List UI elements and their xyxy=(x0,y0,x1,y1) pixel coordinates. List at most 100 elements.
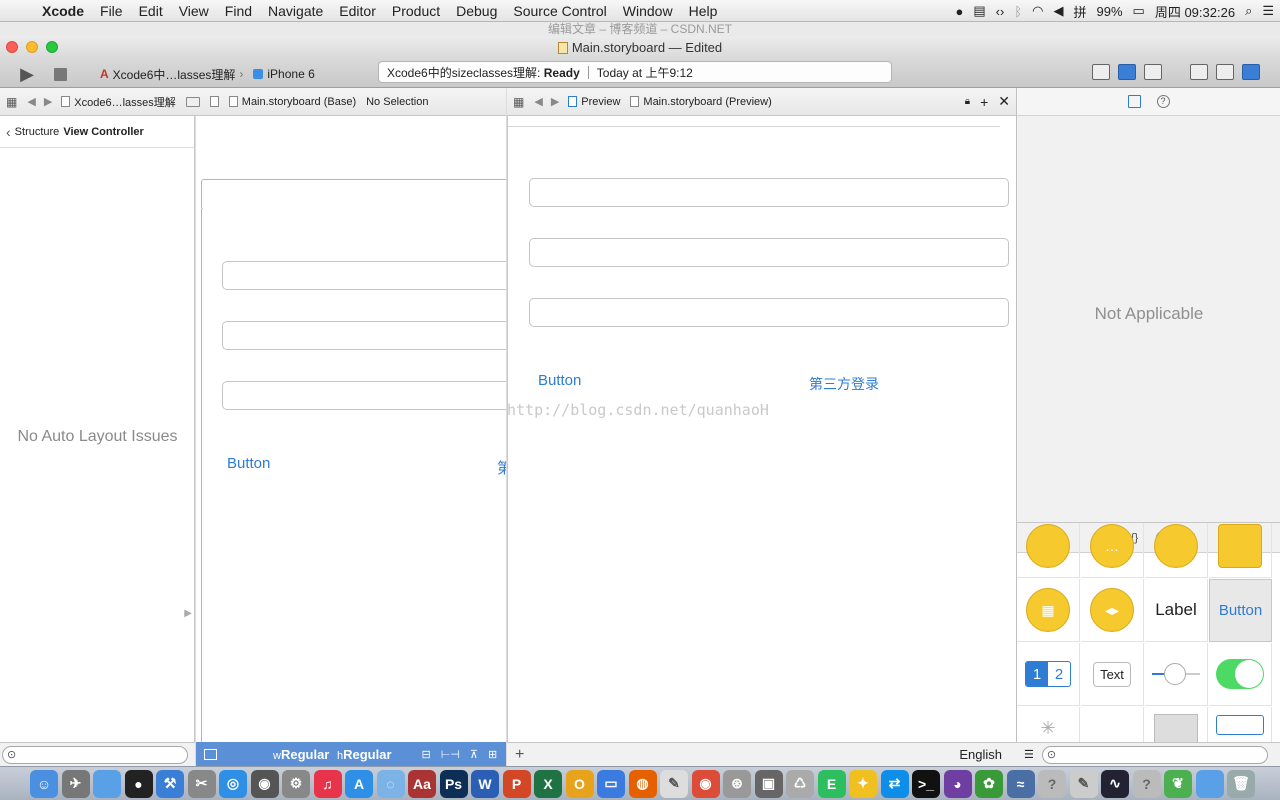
chevron-left-icon[interactable]: ‹ xyxy=(6,124,11,140)
back-arrow-icon-right[interactable]: ◀ xyxy=(530,95,546,108)
library-item-stepper[interactable] xyxy=(1209,707,1272,742)
back-arrow-icon[interactable]: ◀ xyxy=(23,95,39,108)
related-items-icon[interactable]: ▦ xyxy=(0,95,23,109)
menu-edit[interactable]: Edit xyxy=(131,3,171,19)
library-item-nav-controller[interactable]: … xyxy=(1081,523,1144,578)
lock-icon[interactable]: 🔒︎ xyxy=(965,96,970,107)
script-editor-icon[interactable]: ✎ xyxy=(1069,769,1098,798)
code-icon[interactable]: ‹› xyxy=(996,4,1005,19)
forward-arrow-icon[interactable]: ▶ xyxy=(40,95,56,108)
add-assistant-icon[interactable]: + xyxy=(980,94,988,110)
system-preferences-icon[interactable]: ⚙ xyxy=(282,769,310,798)
canvas-text-field-1[interactable] xyxy=(222,261,506,290)
library-item-switch[interactable] xyxy=(1209,643,1272,706)
qq-icon[interactable]: ● xyxy=(124,769,153,798)
menu-window[interactable]: Window xyxy=(615,3,681,19)
menu-source-control[interactable]: Source Control xyxy=(505,3,614,19)
jump-preview-file[interactable]: Main.storyboard (Preview) xyxy=(625,96,776,108)
canvas-button[interactable]: Button xyxy=(227,455,270,472)
menu-product[interactable]: Product xyxy=(384,3,448,19)
menu-app-xcode[interactable]: Xcode xyxy=(34,3,92,19)
collapse-outline-icon[interactable]: ▶ xyxy=(184,608,192,619)
clock[interactable]: 周四 09:32:26 xyxy=(1155,2,1235,21)
toggle-debug-area-button[interactable] xyxy=(1216,64,1234,80)
unknown-app-icon-2[interactable]: ? xyxy=(1132,769,1161,798)
word-icon[interactable]: W xyxy=(471,769,499,798)
size-class-selector[interactable]: wRegular hRegular xyxy=(273,747,392,762)
library-filter-field[interactable]: ⊙ xyxy=(1041,745,1268,764)
notification-center-icon[interactable]: ☰ xyxy=(1262,3,1274,19)
excel-icon[interactable]: X xyxy=(534,769,562,798)
cleaner-icon[interactable]: ♺ xyxy=(786,769,814,798)
outline-filter-field[interactable]: ⊙ xyxy=(2,745,188,764)
close-assistant-icon[interactable]: ✕ xyxy=(998,93,1010,110)
standard-editor-button[interactable] xyxy=(1092,64,1110,80)
image-capture-icon[interactable]: ▣ xyxy=(754,769,783,798)
finder-icon[interactable]: ☺ xyxy=(30,769,58,798)
keynote-icon[interactable]: ▭ xyxy=(597,769,625,798)
chrome-icon[interactable]: ◉ xyxy=(691,769,720,798)
dictionary-icon[interactable]: Aa xyxy=(408,769,436,798)
trash-icon[interactable]: 🗑︎ xyxy=(1227,769,1255,798)
library-item-text-field[interactable]: Text xyxy=(1081,643,1144,706)
battery-percent[interactable]: 99% xyxy=(1097,4,1123,19)
library-item-segmented-control[interactable]: 12 xyxy=(1017,643,1080,706)
canvas-third-party-label[interactable]: 第 xyxy=(497,457,506,478)
wireshark-icon[interactable]: ≈ xyxy=(1006,769,1035,798)
jump-selection[interactable]: No Selection xyxy=(361,96,433,108)
library-item-activity-indicator[interactable]: ✳ xyxy=(1017,707,1080,742)
preview-app-icon[interactable]: ◌ xyxy=(376,769,405,798)
list-view-icon[interactable]: ☰ xyxy=(1024,748,1034,761)
assistant-editor-button[interactable] xyxy=(1118,64,1136,80)
menu-find[interactable]: Find xyxy=(217,3,260,19)
folder-dock-icon[interactable] xyxy=(93,769,121,798)
menu-help[interactable]: Help xyxy=(681,3,726,19)
view-controller-topbar[interactable] xyxy=(201,179,506,210)
library-item-progress-view[interactable] xyxy=(1081,707,1144,742)
scheme-selector[interactable]: A Xcode6中…lasses理解 › iPhone 6 xyxy=(100,64,315,84)
library-item-collection-view[interactable]: ▦ xyxy=(1017,579,1080,642)
terminal-icon[interactable]: >_ xyxy=(912,769,940,798)
menu-navigate[interactable]: Navigate xyxy=(260,3,331,19)
launchpad-icon[interactable]: ✈ xyxy=(61,769,90,798)
storyboard-canvas[interactable]: Button 第 xyxy=(196,116,506,742)
preview-language-selector[interactable]: English xyxy=(959,747,1016,762)
library-item-page-control[interactable] xyxy=(1145,707,1208,742)
show-outline-icon[interactable] xyxy=(204,748,217,760)
jump-preview[interactable]: Preview xyxy=(563,96,625,108)
run-button[interactable]: ▶ xyxy=(16,64,38,84)
add-preview-device-icon[interactable]: + xyxy=(507,746,524,764)
input-method-icon[interactable]: 拼 xyxy=(1074,2,1087,21)
menu-editor[interactable]: Editor xyxy=(331,3,384,19)
canvas-text-field-2[interactable] xyxy=(222,321,506,350)
pin-icon[interactable]: ⊢⊣ xyxy=(441,748,460,761)
unknown-app-icon[interactable]: ? xyxy=(1038,769,1066,798)
app-store-icon[interactable]: A xyxy=(345,769,373,798)
teamviewer-icon[interactable]: ⇄ xyxy=(880,769,909,798)
menu-view[interactable]: View xyxy=(171,3,217,19)
toggle-utilities-button[interactable] xyxy=(1242,64,1260,80)
disk-utility-icon[interactable]: ⊛ xyxy=(723,769,751,798)
stop-button[interactable] xyxy=(50,64,70,84)
xcode-dock-icon[interactable]: ⚒ xyxy=(156,769,184,798)
evernote-icon[interactable]: E xyxy=(817,769,846,798)
spotlight-icon[interactable]: ⌕ xyxy=(1245,3,1252,19)
volume-icon[interactable]: ◀ xyxy=(1054,3,1064,19)
canvas-text-field-3[interactable] xyxy=(222,381,506,410)
jump-folder[interactable] xyxy=(181,96,205,107)
github-icon[interactable]: ◕ xyxy=(943,769,972,798)
library-item-tab-controller[interactable] xyxy=(1145,523,1208,578)
outline-back-label[interactable]: Structure xyxy=(15,126,60,138)
adium-icon[interactable]: ✦ xyxy=(849,769,877,798)
menu-file[interactable]: File xyxy=(92,3,131,19)
resolve-issues-icon[interactable]: ⊼ xyxy=(470,748,478,761)
version-editor-button[interactable] xyxy=(1144,64,1162,80)
jump-file[interactable] xyxy=(205,96,224,107)
file-inspector-icon[interactable] xyxy=(1127,95,1141,108)
bluetooth-icon[interactable]: ᛒ xyxy=(1014,4,1022,19)
powerpoint-icon[interactable]: P xyxy=(502,769,531,798)
library-item-av-player[interactable]: ◂▸ xyxy=(1081,579,1144,642)
wifi-icon[interactable]: ◠ xyxy=(1032,3,1043,19)
menu-debug[interactable]: Debug xyxy=(448,3,505,19)
toggle-navigator-button[interactable] xyxy=(1190,64,1208,80)
